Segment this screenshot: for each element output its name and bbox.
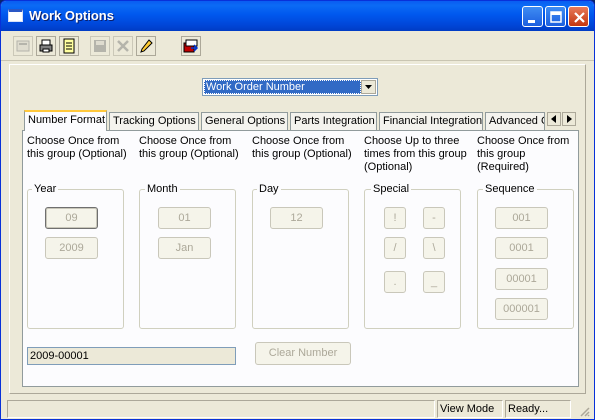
close-button[interactable] (568, 6, 589, 27)
tab-financial-integration[interactable]: Financial Integration (379, 112, 483, 130)
day-12-button[interactable]: 12 (270, 207, 323, 229)
new-icon (16, 40, 30, 52)
format-type-dropdown[interactable]: Work Order Number (202, 78, 378, 96)
report-icon (63, 38, 75, 54)
exit-button[interactable] (181, 36, 201, 56)
resize-grip-icon[interactable] (577, 404, 591, 418)
number-preview-field[interactable]: 2009-00001 (27, 347, 236, 365)
print-button[interactable] (36, 36, 56, 56)
new-button[interactable] (13, 36, 33, 56)
tab-number-format[interactable]: Number Format (24, 110, 107, 131)
print-icon (39, 39, 53, 53)
month-jan-button[interactable]: Jan (158, 237, 211, 259)
special-dash-button[interactable]: - (423, 207, 445, 229)
month-legend: Month (145, 183, 180, 195)
dropdown-arrow[interactable] (361, 80, 376, 94)
special-hint: Choose Up to three times from this group… (364, 135, 467, 173)
tab-advanced[interactable]: Advanced O (485, 112, 545, 130)
format-type-value: Work Order Number (204, 80, 361, 94)
status-mode: View Mode (437, 400, 503, 418)
save-button[interactable] (90, 36, 110, 56)
toolbar (1, 32, 594, 61)
day-legend: Day (257, 183, 281, 195)
exit-icon (183, 39, 199, 53)
close-icon (574, 12, 585, 23)
edit-icon (140, 39, 153, 53)
edit-button[interactable] (136, 36, 156, 56)
special-slash-button[interactable]: / (384, 237, 406, 259)
month-01-button[interactable]: 01 (158, 207, 211, 229)
delete-icon (117, 40, 129, 52)
tab-parts-integration[interactable]: Parts Integration (290, 112, 377, 130)
special-dot-button[interactable]: . (384, 271, 406, 293)
chevron-left-icon (551, 115, 556, 123)
special-group (364, 189, 461, 329)
status-state: Ready... (505, 400, 571, 418)
sequence-001-button[interactable]: 001 (495, 207, 548, 229)
sequence-000001-button[interactable]: 000001 (495, 298, 548, 320)
chevron-right-icon (567, 115, 572, 123)
day-hint: Choose Once from this group (Optional) (252, 135, 352, 160)
status-bar: View Mode Ready... (1, 398, 594, 419)
tab-tracking-options[interactable]: Tracking Options (109, 112, 199, 130)
special-exclaim-button[interactable]: ! (384, 207, 406, 229)
tab-scroll-left[interactable] (547, 112, 561, 126)
minimize-button[interactable] (522, 6, 543, 27)
year-2009-button[interactable]: 2009 (45, 237, 98, 259)
report-button[interactable] (59, 36, 79, 56)
maximize-button[interactable] (545, 6, 566, 27)
status-pane-empty (7, 400, 435, 418)
special-legend: Special (371, 183, 412, 195)
sequence-00001-button[interactable]: 00001 (495, 268, 548, 290)
title-bar[interactable]: Work Options (1, 1, 594, 31)
month-hint: Choose Once from this group (Optional) (139, 135, 239, 160)
window-title: Work Options (29, 8, 114, 23)
year-hint: Choose Once from this group (Optional) (27, 135, 127, 160)
delete-button[interactable] (113, 36, 133, 56)
tab-scroll-right[interactable] (562, 112, 576, 126)
special-backslash-button[interactable]: \ (423, 237, 445, 259)
sequence-0001-button[interactable]: 0001 (495, 237, 548, 259)
special-underscore-button[interactable]: _ (423, 271, 445, 293)
window-icon (8, 9, 23, 22)
work-options-window: Work Options Work Order Number Number Fo… (0, 0, 595, 420)
tab-general-options[interactable]: General Options (201, 112, 288, 130)
maximize-icon (550, 11, 562, 23)
clear-number-button[interactable]: Clear Number (255, 342, 351, 365)
chevron-down-icon (365, 85, 372, 89)
sequence-hint: Choose Once from this group (Required) (477, 135, 570, 173)
year-09-button[interactable]: 09 (45, 207, 98, 229)
minimize-icon (528, 20, 535, 23)
save-icon (94, 40, 106, 52)
year-legend: Year (32, 183, 59, 195)
sequence-legend: Sequence (483, 183, 537, 195)
